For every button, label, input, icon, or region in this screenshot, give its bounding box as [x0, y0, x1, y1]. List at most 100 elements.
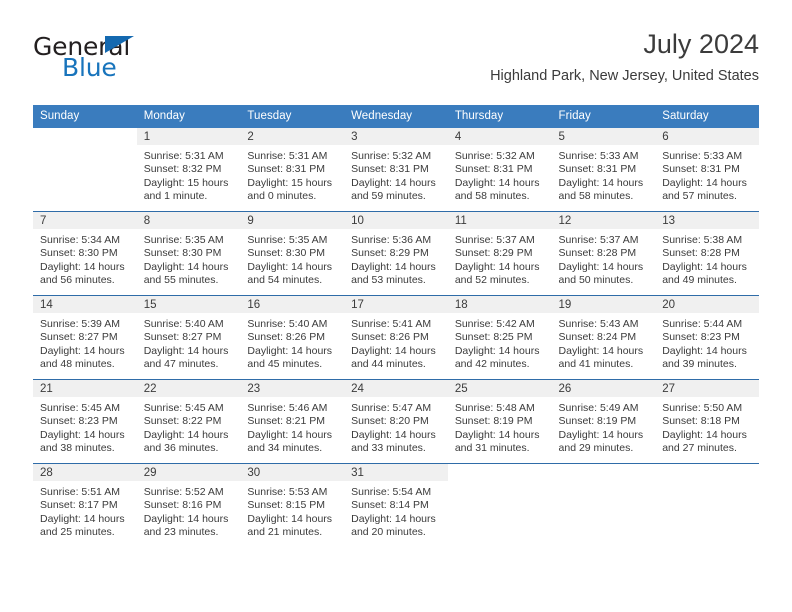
calendar-day-cell[interactable]: 19 Sunrise: 5:43 AM Sunset: 8:24 PM Dayligh… — [551, 295, 656, 380]
daylight-text-line2: and 41 minutes. — [558, 358, 634, 371]
day-cell-details: Sunrise: 5:50 AM Sunset: 8:18 PM Daylight:… — [655, 397, 759, 456]
sunset-text: Sunset: 8:30 PM — [143, 247, 222, 260]
day-cell-details: Sunrise: 5:35 AM Sunset: 8:30 PM Daylight:… — [137, 229, 241, 288]
day-cell-inner: 15 Sunrise: 5:40 AM Sunset: 8:27 PM Dayligh… — [136, 296, 241, 379]
day-number: 22 — [136, 380, 241, 397]
sunset-text: Sunset: 8:32 PM — [143, 163, 222, 176]
sunset-text: Sunset: 8:19 PM — [454, 415, 533, 428]
day-cell-inner: 25 Sunrise: 5:48 AM Sunset: 8:19 PM Dayligh… — [447, 380, 552, 463]
sunrise-text: Sunrise: 5:51 AM — [40, 486, 120, 498]
daylight-text-line2: and 56 minutes. — [40, 274, 115, 287]
day-cell-details — [552, 481, 656, 486]
sunset-text: Sunset: 8:27 PM — [40, 331, 118, 344]
calendar-day-cell[interactable]: 23 Sunrise: 5:46 AM Sunset: 8:21 PM Dayligh… — [240, 379, 345, 464]
calendar-day-cell[interactable]: 10 Sunrise: 5:36 AM Sunset: 8:29 PM Dayligh… — [344, 211, 448, 296]
calendar-day-cell[interactable]: 25 Sunrise: 5:48 AM Sunset: 8:19 PM Dayligh… — [447, 379, 552, 464]
calendar-day-cell[interactable]: 16 Sunrise: 5:40 AM Sunset: 8:26 PM Dayligh… — [240, 295, 345, 380]
calendar-day-cell[interactable]: 15 Sunrise: 5:40 AM Sunset: 8:27 PM Dayligh… — [136, 295, 241, 380]
calendar-day-cell[interactable]: 1 Sunrise: 5:31 AM Sunset: 8:32 PM Daylight… — [136, 128, 241, 212]
daylight-text-line2: and 0 minutes. — [247, 190, 317, 203]
daylight-text-line1: Daylight: 14 hours — [662, 428, 747, 441]
calendar-day-cell[interactable]: 22 Sunrise: 5:45 AM Sunset: 8:22 PM Dayligh… — [136, 379, 241, 464]
day-number: 5 — [551, 128, 656, 145]
calendar-day-cell[interactable]: 29 Sunrise: 5:52 AM Sunset: 8:16 PM Dayligh… — [136, 463, 241, 547]
day-cell-details: Sunrise: 5:37 AM Sunset: 8:29 PM Daylight:… — [448, 229, 552, 288]
logo-text-blue: Blue — [62, 53, 117, 82]
calendar-day-cell[interactable]: 2 Sunrise: 5:31 AM Sunset: 8:31 PM Daylight… — [240, 128, 345, 212]
daylight-text-line1: Daylight: 14 hours — [351, 260, 436, 273]
calendar-day-cell[interactable]: 14 Sunrise: 5:39 AM Sunset: 8:27 PM Dayligh… — [33, 295, 137, 380]
day-number: 20 — [655, 296, 759, 313]
day-number: 12 — [551, 212, 656, 229]
daylight-text-line2: and 42 minutes. — [454, 358, 530, 371]
day-cell-details — [448, 481, 552, 486]
daylight-text-line1: Daylight: 14 hours — [40, 344, 125, 357]
day-cell-details: Sunrise: 5:40 AM Sunset: 8:26 PM Daylight:… — [240, 313, 344, 372]
sunrise-text: Sunrise: 5:44 AM — [662, 318, 743, 330]
day-number: 16 — [240, 296, 345, 313]
day-number: 19 — [551, 296, 656, 313]
calendar-day-cell[interactable]: 3 Sunrise: 5:32 AM Sunset: 8:31 PM Daylight… — [344, 128, 448, 212]
daylight-text-line2: and 47 minutes. — [143, 358, 219, 371]
calendar-day-cell[interactable]: 17 Sunrise: 5:41 AM Sunset: 8:26 PM Dayligh… — [344, 295, 448, 380]
calendar-day-cell[interactable]: 20 Sunrise: 5:44 AM Sunset: 8:23 PM Dayligh… — [655, 295, 759, 380]
calendar-day-cell[interactable]: 12 Sunrise: 5:37 AM Sunset: 8:28 PM Dayligh… — [551, 211, 656, 296]
calendar-day-cell[interactable]: 9 Sunrise: 5:35 AM Sunset: 8:30 PM Daylight… — [240, 211, 345, 296]
day-cell-details: Sunrise: 5:49 AM Sunset: 8:19 PM Daylight:… — [552, 397, 656, 456]
sunrise-text: Sunrise: 5:31 AM — [143, 150, 224, 162]
daylight-text-line2: and 39 minutes. — [662, 358, 737, 371]
day-cell-details: Sunrise: 5:31 AM Sunset: 8:31 PM Daylight:… — [240, 145, 344, 204]
day-number: 27 — [655, 380, 759, 397]
day-cell-inner: 7 Sunrise: 5:34 AM Sunset: 8:30 PM Daylight… — [33, 212, 137, 295]
sunset-text: Sunset: 8:31 PM — [247, 163, 326, 176]
daylight-text-line2: and 29 minutes. — [558, 442, 634, 455]
daylight-text-line1: Daylight: 14 hours — [662, 344, 747, 357]
calendar-day-cell[interactable]: 6 Sunrise: 5:33 AM Sunset: 8:31 PM Daylight… — [655, 128, 759, 212]
daylight-text-line2: and 58 minutes. — [454, 190, 530, 203]
day-cell-details: Sunrise: 5:46 AM Sunset: 8:21 PM Daylight:… — [240, 397, 344, 456]
daylight-text-line2: and 38 minutes. — [40, 442, 115, 455]
sunset-text: Sunset: 8:26 PM — [247, 331, 326, 344]
generalblue-logo[interactable]: General Blue — [33, 34, 243, 90]
day-cell-inner — [33, 128, 137, 211]
weekday-header-tuesday: Tuesday — [240, 105, 345, 128]
page-header: General Blue July 2024 Highland Park, Ne… — [33, 28, 759, 98]
day-cell-details: Sunrise: 5:52 AM Sunset: 8:16 PM Daylight:… — [137, 481, 241, 540]
calendar-day-cell[interactable]: 28 Sunrise: 5:51 AM Sunset: 8:17 PM Dayligh… — [33, 463, 137, 547]
day-cell-details: Sunrise: 5:43 AM Sunset: 8:24 PM Daylight:… — [552, 313, 656, 372]
calendar-day-cell[interactable]: 13 Sunrise: 5:38 AM Sunset: 8:28 PM Dayligh… — [655, 211, 759, 296]
day-cell-inner: 29 Sunrise: 5:52 AM Sunset: 8:16 PM Dayligh… — [136, 464, 241, 547]
calendar-day-cell[interactable]: 30 Sunrise: 5:53 AM Sunset: 8:15 PM Dayligh… — [240, 463, 345, 547]
weekday-header-wednesday: Wednesday — [344, 105, 448, 128]
day-number: 29 — [136, 464, 241, 481]
calendar-day-cell[interactable]: 11 Sunrise: 5:37 AM Sunset: 8:29 PM Dayligh… — [447, 211, 552, 296]
calendar-day-cell[interactable]: 31 Sunrise: 5:54 AM Sunset: 8:14 PM Dayligh… — [344, 463, 448, 547]
calendar-day-cell[interactable]: 26 Sunrise: 5:49 AM Sunset: 8:19 PM Dayligh… — [551, 379, 656, 464]
day-number: 6 — [655, 128, 759, 145]
calendar-day-cell-empty — [655, 463, 759, 547]
daylight-text-line1: Daylight: 14 hours — [351, 512, 436, 525]
day-cell-inner: 21 Sunrise: 5:45 AM Sunset: 8:23 PM Dayligh… — [33, 380, 137, 463]
day-number: 25 — [447, 380, 552, 397]
day-cell-details — [33, 145, 137, 150]
daylight-text-line2: and 49 minutes. — [662, 274, 737, 287]
calendar-day-cell[interactable]: 21 Sunrise: 5:45 AM Sunset: 8:23 PM Dayligh… — [33, 379, 137, 464]
calendar-day-cell[interactable]: 4 Sunrise: 5:32 AM Sunset: 8:31 PM Daylight… — [447, 128, 552, 212]
calendar-day-cell[interactable]: 8 Sunrise: 5:35 AM Sunset: 8:30 PM Daylight… — [136, 211, 241, 296]
weekday-header-sunday: Sunday — [33, 105, 137, 128]
calendar-day-cell[interactable]: 24 Sunrise: 5:47 AM Sunset: 8:20 PM Dayligh… — [344, 379, 448, 464]
sunset-text: Sunset: 8:31 PM — [454, 163, 533, 176]
sunrise-text: Sunrise: 5:45 AM — [40, 402, 120, 414]
sunset-text: Sunset: 8:26 PM — [351, 331, 429, 344]
calendar-day-cell[interactable]: 18 Sunrise: 5:42 AM Sunset: 8:25 PM Dayligh… — [447, 295, 552, 380]
sunrise-sunset-calendar-table: Sunday Monday Tuesday Wednesday Thursday… — [33, 105, 759, 547]
day-cell-inner: 13 Sunrise: 5:38 AM Sunset: 8:28 PM Dayligh… — [655, 212, 759, 295]
day-cell-details: Sunrise: 5:40 AM Sunset: 8:27 PM Daylight:… — [137, 313, 241, 372]
day-number: 3 — [344, 128, 448, 145]
calendar-day-cell[interactable]: 5 Sunrise: 5:33 AM Sunset: 8:31 PM Daylight… — [551, 128, 656, 212]
daylight-text-line1: Daylight: 14 hours — [40, 512, 125, 525]
calendar-day-cell[interactable]: 27 Sunrise: 5:50 AM Sunset: 8:18 PM Dayligh… — [655, 379, 759, 464]
calendar-day-cell[interactable]: 7 Sunrise: 5:34 AM Sunset: 8:30 PM Daylight… — [33, 211, 137, 296]
day-number: 13 — [655, 212, 759, 229]
daylight-text-line1: Daylight: 15 hours — [143, 176, 229, 189]
